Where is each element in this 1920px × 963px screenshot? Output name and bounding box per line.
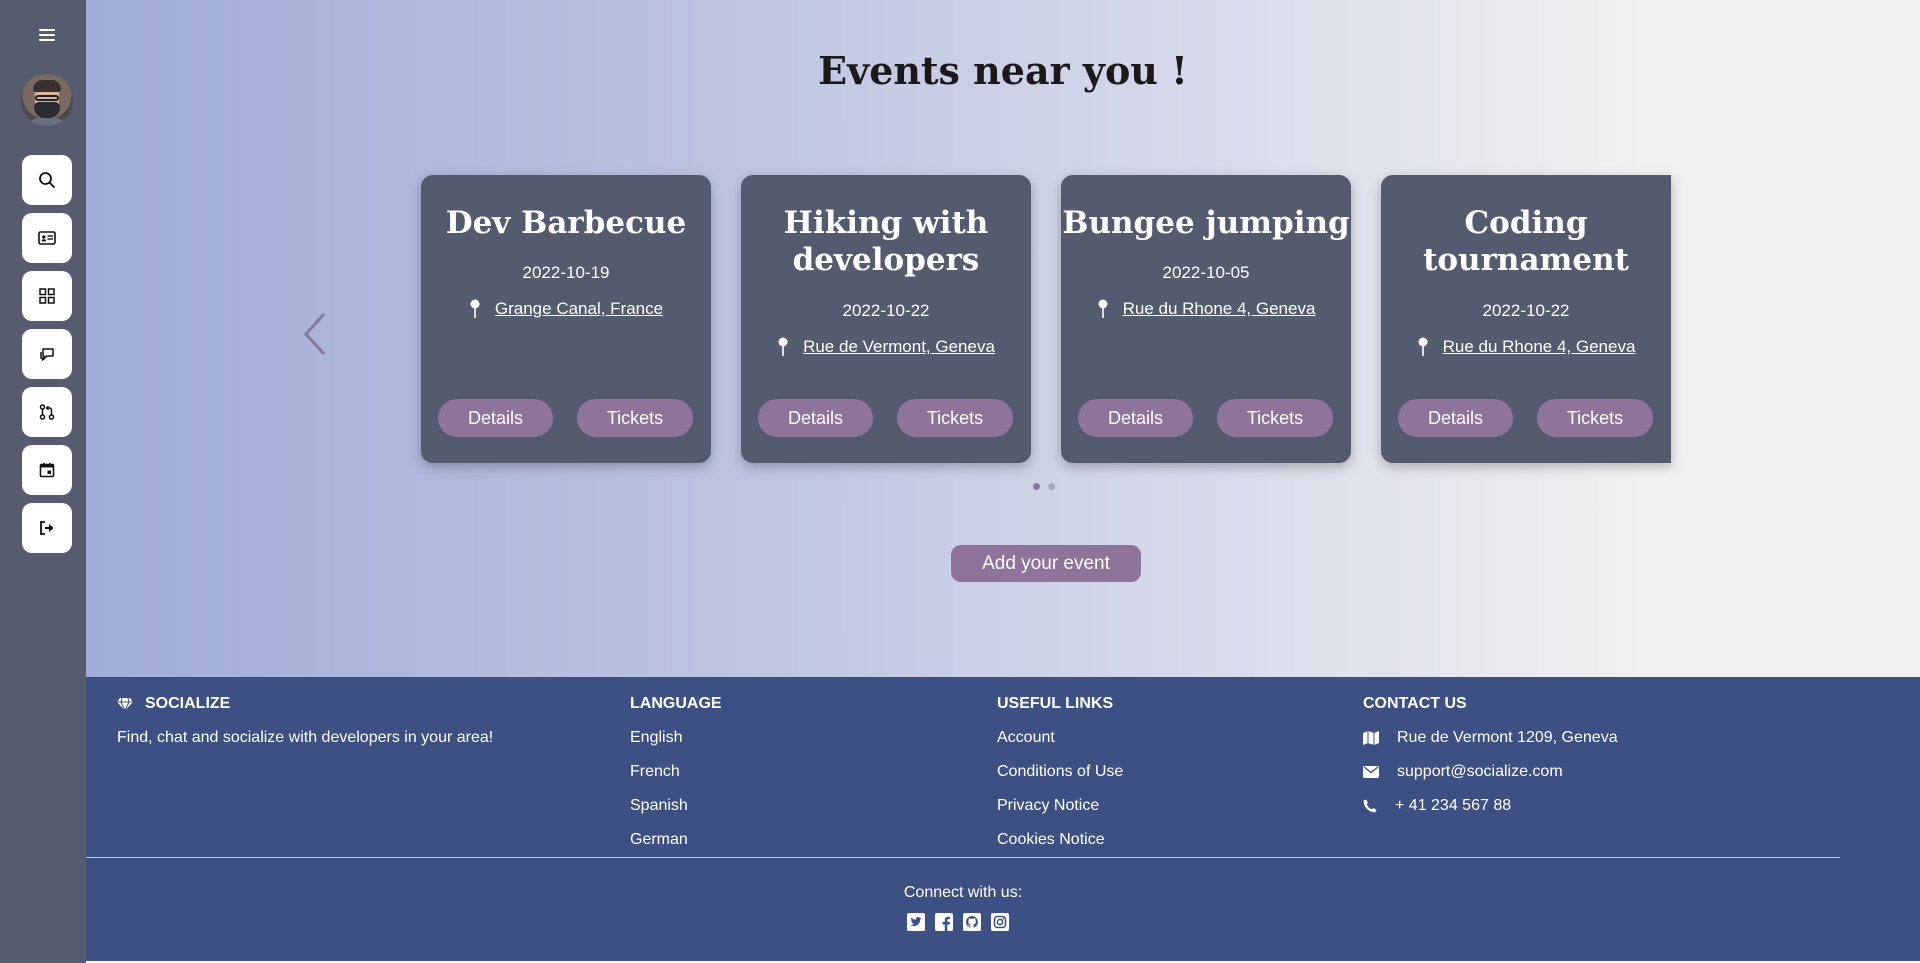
chat-icon (40, 348, 54, 361)
event-location-link[interactable]: Rue du Rhone 4, Geneva (1443, 337, 1636, 357)
footer-brand: SOCIALIZE Find, chat and socialize with … (117, 693, 493, 749)
contact-email: support@socialize.com (1363, 761, 1618, 783)
event-card: Dev Barbecue 2022-10-19 Grange Canal, Fr… (421, 175, 711, 463)
footer-contact-heading: CONTACT US (1363, 695, 1467, 712)
event-location: Rue du Rhone 4, Geneva (1381, 337, 1671, 357)
sidebar-chat-button[interactable] (22, 329, 72, 379)
map-pin-icon (1098, 299, 1108, 318)
grid-icon (39, 288, 55, 304)
footer-language: LANGUAGE English French Spanish German (630, 693, 722, 851)
social-links (907, 913, 1009, 931)
language-link-spanish[interactable]: Spanish (630, 795, 722, 817)
git-pull-request-icon (39, 404, 55, 420)
logout-icon (40, 521, 54, 535)
event-title: Dev Barbecue (445, 205, 687, 241)
sidebar (0, 0, 86, 963)
events-section: Events near you ! Dev Barbecue 2022-10-1… (86, 0, 1920, 677)
event-card: Hiking with developers 2022-10-22 Rue de… (741, 175, 1031, 463)
event-location-link[interactable]: Grange Canal, France (495, 299, 663, 319)
sidebar-logout-button[interactable] (22, 503, 72, 553)
event-title: Bungee jumping (1062, 205, 1350, 241)
search-icon (39, 172, 55, 188)
event-location: Rue de Vermont, Geneva (741, 337, 1031, 357)
language-link-french[interactable]: French (630, 761, 722, 783)
sidebar-profile-button[interactable] (22, 213, 72, 263)
language-link-german[interactable]: German (630, 829, 722, 851)
footer-useful-links: USEFUL LINKS Account Conditions of Use P… (997, 693, 1123, 851)
event-location-link[interactable]: Rue du Rhone 4, Geneva (1123, 299, 1316, 319)
facebook-icon[interactable] (935, 913, 953, 931)
events-carousel: Dev Barbecue 2022-10-19 Grange Canal, Fr… (421, 168, 1671, 468)
gem-icon (117, 697, 133, 711)
map-icon (1363, 731, 1379, 745)
footer-link-account[interactable]: Account (997, 727, 1123, 749)
footer-language-heading: LANGUAGE (630, 695, 722, 712)
event-date: 2022-10-22 (1482, 301, 1570, 320)
footer-link-conditions[interactable]: Conditions of Use (997, 761, 1123, 783)
map-pin-icon (778, 337, 788, 356)
footer-link-privacy[interactable]: Privacy Notice (997, 795, 1123, 817)
event-date: 2022-10-05 (1162, 263, 1250, 282)
tickets-button[interactable]: Tickets (897, 399, 1013, 437)
event-card: Coding tournament 2022-10-22 Rue du Rhon… (1381, 175, 1671, 463)
event-location-link[interactable]: Rue de Vermont, Geneva (803, 337, 995, 357)
hamburger-icon[interactable] (39, 29, 55, 41)
carousel-pagination (1033, 483, 1055, 490)
carousel-dot[interactable] (1033, 483, 1040, 490)
carousel-prev-arrow-icon[interactable] (302, 310, 328, 358)
tickets-button[interactable]: Tickets (1537, 399, 1653, 437)
github-icon[interactable] (963, 913, 981, 931)
page-title: Events near you ! (818, 48, 1188, 93)
footer-tagline: Find, chat and socialize with developers… (117, 729, 494, 746)
map-pin-icon (470, 299, 480, 318)
contact-phone: + 41 234 567 88 (1363, 795, 1618, 817)
footer-contact: CONTACT US Rue de Vermont 1209, Geneva s… (1363, 693, 1618, 817)
envelope-icon (1363, 766, 1379, 778)
tickets-button[interactable]: Tickets (1217, 399, 1333, 437)
details-button[interactable]: Details (1078, 399, 1193, 437)
language-link-english[interactable]: English (630, 727, 722, 749)
footer-link-cookies[interactable]: Cookies Notice (997, 829, 1123, 851)
sidebar-dashboard-button[interactable] (22, 271, 72, 321)
event-date: 2022-10-22 (842, 301, 930, 320)
twitter-icon[interactable] (907, 913, 925, 931)
sidebar-search-button[interactable] (22, 155, 72, 205)
footer-useful-links-heading: USEFUL LINKS (997, 695, 1114, 712)
phone-icon (1363, 799, 1377, 813)
event-card: Bungee jumping 2022-10-05 Rue du Rhone 4… (1061, 175, 1351, 463)
footer-brand-heading: SOCIALIZE (117, 693, 493, 715)
contact-address: Rue de Vermont 1209, Geneva (1363, 727, 1618, 749)
event-title: Coding tournament (1423, 205, 1629, 278)
tickets-button[interactable]: Tickets (577, 399, 693, 437)
instagram-icon[interactable] (991, 913, 1009, 931)
details-button[interactable]: Details (1398, 399, 1513, 437)
event-location: Rue du Rhone 4, Geneva (1061, 299, 1351, 319)
details-button[interactable]: Details (758, 399, 873, 437)
details-button[interactable]: Details (438, 399, 553, 437)
sidebar-calendar-button[interactable] (22, 445, 72, 495)
footer-divider (86, 857, 1840, 858)
event-date: 2022-10-19 (522, 263, 610, 282)
carousel-dot[interactable] (1048, 483, 1055, 490)
calendar-icon (39, 463, 55, 478)
id-card-icon (38, 231, 56, 245)
avatar[interactable] (21, 74, 73, 126)
add-event-button[interactable]: Add your event (951, 545, 1141, 582)
sidebar-git-button[interactable] (22, 387, 72, 437)
map-pin-icon (1418, 337, 1428, 356)
event-title: Hiking with developers (783, 205, 989, 278)
event-location: Grange Canal, France (421, 299, 711, 319)
footer: SOCIALIZE Find, chat and socialize with … (86, 677, 1920, 963)
connect-label: Connect with us: (903, 884, 1023, 901)
